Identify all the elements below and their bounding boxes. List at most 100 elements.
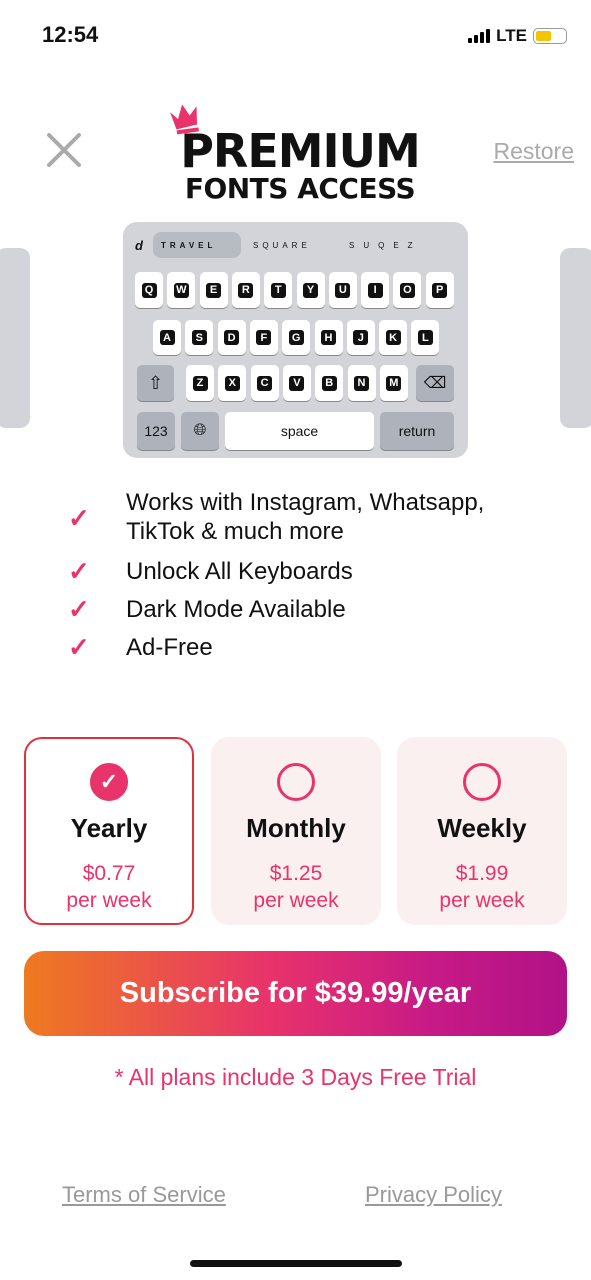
key-label: 123 xyxy=(144,423,168,439)
backspace-icon: ⌫ xyxy=(423,375,447,392)
key-label: R xyxy=(238,282,254,298)
globe-key[interactable]: 🌐︎ xyxy=(181,412,219,450)
key-label: W xyxy=(173,282,189,298)
key-label: E xyxy=(206,282,222,298)
privacy-link[interactable]: Privacy Policy xyxy=(365,1182,502,1208)
numbers-key[interactable]: 123 xyxy=(137,412,175,450)
key-g[interactable]: G xyxy=(282,320,311,355)
key-label: D xyxy=(224,330,240,345)
key-label: V xyxy=(289,375,305,391)
key-label: T xyxy=(270,282,286,298)
plan-name: Yearly xyxy=(70,813,148,843)
key-j[interactable]: J xyxy=(346,320,375,355)
logo-title: PREMIUM xyxy=(180,124,421,178)
key-w[interactable]: W xyxy=(167,272,196,308)
key-label: F xyxy=(256,330,272,345)
network-label: LTE xyxy=(496,26,527,45)
restore-button[interactable]: Restore xyxy=(493,138,574,165)
key-c[interactable]: C xyxy=(250,365,279,401)
suggestion-square[interactable]: SQUARE xyxy=(253,232,311,258)
plan-weekly[interactable]: Weekly $1.99 per week xyxy=(397,737,567,925)
plan-price: $0.77 xyxy=(82,862,136,885)
key-r[interactable]: R xyxy=(231,272,260,308)
key-d[interactable]: D xyxy=(217,320,246,355)
key-label: M xyxy=(386,375,402,391)
keyboard-preview-prev[interactable] xyxy=(0,248,30,428)
logo-subtitle: FONTS ACCESS xyxy=(184,172,416,205)
premium-logo: PREMIUM FONTS ACCESS xyxy=(170,100,430,205)
backspace-key[interactable]: ⌫ xyxy=(416,365,454,401)
signal-icon xyxy=(468,29,491,43)
key-v[interactable]: V xyxy=(282,365,311,401)
terms-link[interactable]: Terms of Service xyxy=(62,1182,226,1208)
key-x[interactable]: X xyxy=(218,365,247,401)
key-label: Z xyxy=(192,375,208,391)
suggestion-travel[interactable]: TRAVEL xyxy=(153,232,241,258)
key-label: H xyxy=(321,330,336,345)
key-label: X xyxy=(224,375,240,391)
status-bar-right: LTE xyxy=(468,26,567,46)
plan-price: $1.25 xyxy=(269,862,323,885)
status-time: 12:54 xyxy=(42,22,99,47)
check-icon: ✓ xyxy=(68,632,90,662)
home-indicator xyxy=(190,1260,402,1267)
suggestion-suqez[interactable]: SUQEZ xyxy=(349,232,422,258)
plan-yearly[interactable]: ✓ Yearly $0.77 per week xyxy=(24,737,194,925)
keyboard-preview-next[interactable] xyxy=(560,248,591,428)
key-p[interactable]: P xyxy=(425,272,454,308)
suggestion-text: TRAVEL xyxy=(161,240,217,250)
key-label: S xyxy=(191,330,207,345)
plan-name: Weekly xyxy=(437,813,527,843)
key-u[interactable]: U xyxy=(328,272,357,308)
feature-item: ✓ Dark Mode Available xyxy=(68,595,546,624)
check-icon: ✓ xyxy=(68,594,90,624)
feature-text: Ad-Free xyxy=(126,634,213,661)
subscribe-button[interactable]: Subscribe for $39.99/year xyxy=(24,951,567,1036)
key-label: U xyxy=(335,282,351,298)
key-f[interactable]: F xyxy=(249,320,278,355)
key-i[interactable]: I xyxy=(361,272,390,308)
plan-price: $1.99 xyxy=(455,862,509,885)
shift-key[interactable]: ⇧ xyxy=(137,365,174,401)
feature-text: Unlock All Keyboards xyxy=(126,558,353,585)
key-y[interactable]: Y xyxy=(296,272,325,308)
check-icon: ✓ xyxy=(68,503,90,533)
key-label: A xyxy=(159,330,175,345)
space-key[interactable]: space xyxy=(225,412,374,450)
key-label: J xyxy=(353,330,369,345)
key-e[interactable]: E xyxy=(199,272,228,308)
key-h[interactable]: H xyxy=(314,320,343,355)
key-o[interactable]: O xyxy=(393,272,422,308)
key-t[interactable]: T xyxy=(264,272,293,308)
key-m[interactable]: M xyxy=(379,365,408,401)
key-s[interactable]: S xyxy=(185,320,214,355)
key-label: N xyxy=(354,375,369,391)
trial-note: * All plans include 3 Days Free Trial xyxy=(114,1064,477,1090)
key-l[interactable]: L xyxy=(411,320,440,355)
key-label: C xyxy=(257,375,273,391)
feature-item: ✓ Works with Instagram, Whatsapp, TikTok … xyxy=(68,488,546,546)
return-key[interactable]: return xyxy=(380,412,454,450)
key-k[interactable]: K xyxy=(379,320,408,355)
plan-unit: per week xyxy=(253,889,339,912)
key-label: I xyxy=(367,282,383,298)
keyboard-preview[interactable]: d TRAVEL SQUARE SUQEZ QW ERT Y UIO P A S D F G H J K… xyxy=(123,222,468,458)
close-icon[interactable] xyxy=(44,130,84,170)
key-label: Y xyxy=(303,282,318,298)
feature-item: ✓ Ad-Free xyxy=(68,633,546,662)
feature-item: ✓ Unlock All Keyboards xyxy=(68,557,546,586)
battery-icon xyxy=(533,28,567,44)
key-z[interactable]: Z xyxy=(186,365,214,401)
feature-text: Dark Mode Available xyxy=(126,596,346,623)
plan-unit: per week xyxy=(66,889,152,912)
key-label: K xyxy=(385,330,401,345)
plan-name: Monthly xyxy=(246,813,346,843)
key-label: L xyxy=(417,330,433,345)
plan-monthly[interactable]: Monthly $1.25 per week xyxy=(211,737,381,925)
shift-icon: ⇧ xyxy=(147,372,164,393)
key-a[interactable]: A xyxy=(153,320,181,355)
key-label: Q xyxy=(141,282,157,298)
key-b[interactable]: B xyxy=(315,365,344,401)
key-q[interactable]: Q xyxy=(135,272,163,308)
key-n[interactable]: N xyxy=(347,365,376,401)
